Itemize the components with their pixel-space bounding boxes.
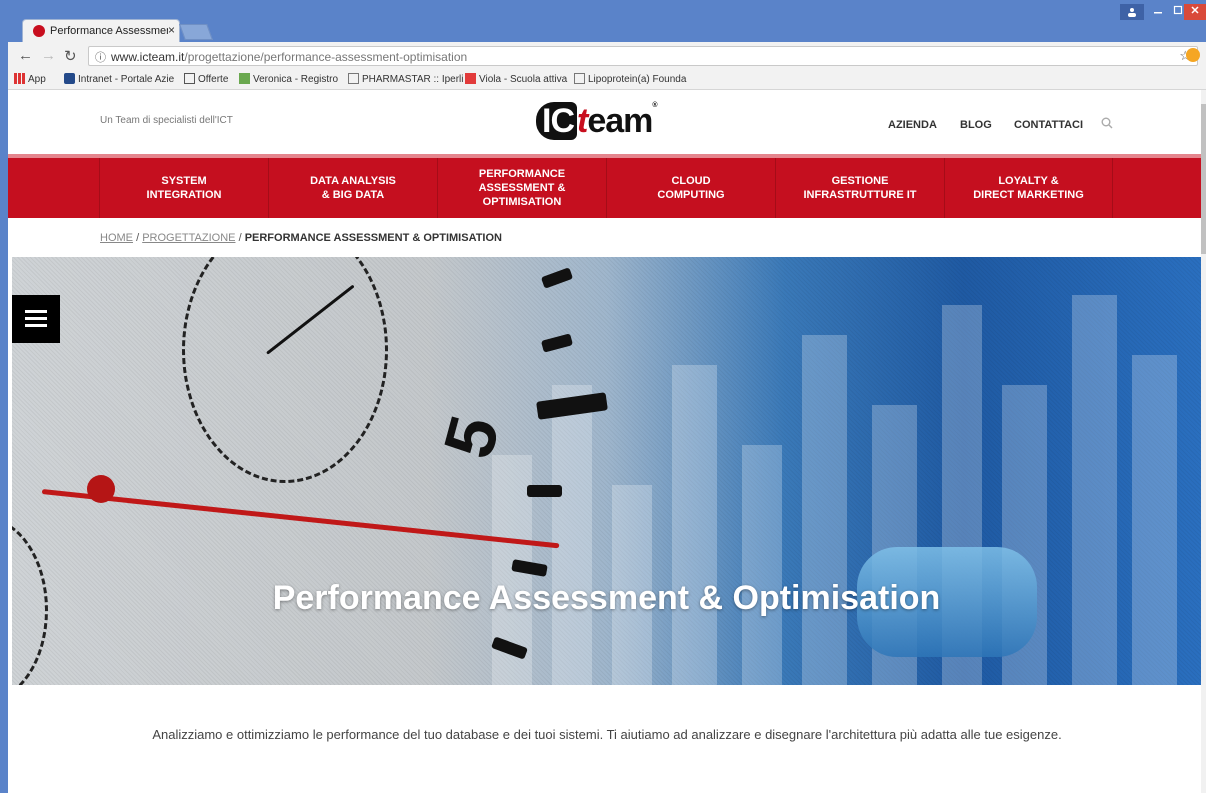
- hero-banner: 5 Performance Assessment & Optimisation: [12, 257, 1201, 685]
- back-icon[interactable]: ←: [18, 47, 33, 64]
- bookmark-viola[interactable]: Viola - Scuola attiva: [465, 73, 567, 85]
- url-text: www.icteam.it/progettazione/performance-…: [111, 50, 468, 64]
- hamburger-menu-icon[interactable]: [12, 295, 60, 343]
- hero-bar: [1132, 355, 1177, 685]
- tab-title: Performance Assessment & Optimisation: [50, 25, 168, 37]
- menu-cloud-computing[interactable]: CLOUD COMPUTING: [606, 158, 775, 218]
- bookmark-intranet[interactable]: Intranet - Portale Azie: [64, 73, 174, 85]
- icteam-logo[interactable]: ICteam®: [536, 102, 658, 142]
- bookmark-veronica[interactable]: Veronica - Registro: [239, 73, 338, 85]
- intro-paragraph: Analizziamo e ottimizziamo le performanc…: [152, 727, 1062, 742]
- profile-icon[interactable]: [1120, 4, 1144, 20]
- hero-bar: [802, 335, 847, 685]
- hero-title: Performance Assessment & Optimisation: [272, 579, 941, 617]
- window-close-icon[interactable]: [1184, 4, 1206, 20]
- web-page: Un Team di specialisti dell'ICT ICteam® …: [8, 90, 1206, 793]
- browser-tab[interactable]: Performance Assessment & Optimisation ×: [22, 19, 180, 42]
- hero-bar: [742, 445, 782, 685]
- page-scrollbar[interactable]: [1201, 90, 1206, 793]
- nav-azienda[interactable]: AZIENDA: [888, 119, 937, 131]
- bookmark-pharmastar[interactable]: PHARMASTAR :: Iperli: [348, 73, 464, 85]
- search-icon[interactable]: [1101, 117, 1113, 132]
- page-icon: [348, 73, 359, 84]
- forward-icon[interactable]: →: [41, 47, 56, 64]
- extension-icon[interactable]: [1186, 48, 1200, 62]
- clock-tick: [527, 485, 562, 497]
- menu-system-integration[interactable]: SYSTEM INTEGRATION: [99, 158, 268, 218]
- site-tagline: Un Team di specialisti dell'ICT: [100, 115, 233, 126]
- site-favicon-icon: [33, 25, 45, 37]
- hero-bar: [672, 365, 717, 685]
- menu-gestione-infrastrutture[interactable]: GESTIONE INFRASTRUTTURE IT: [775, 158, 944, 218]
- hero-bar: [1072, 295, 1117, 685]
- bookmark-apps[interactable]: App: [14, 73, 46, 85]
- new-tab-button[interactable]: [179, 24, 213, 40]
- breadcrumb-home[interactable]: HOME: [100, 232, 133, 244]
- address-bar[interactable]: ⓘ www.icteam.it/progettazione/performanc…: [88, 46, 1198, 66]
- red-hand-hub: [87, 475, 115, 503]
- registro-icon: [239, 73, 250, 84]
- menu-performance-assessment[interactable]: PERFORMANCE ASSESSMENT & OPTIMISATION: [437, 158, 606, 218]
- info-icon[interactable]: ⓘ: [95, 49, 106, 65]
- nav-contattaci[interactable]: CONTATTACI: [1014, 119, 1083, 131]
- reload-icon[interactable]: ↻: [64, 47, 77, 65]
- menu-data-analysis[interactable]: DATA ANALYSIS & BIG DATA: [268, 158, 437, 218]
- breadcrumb-current: PERFORMANCE ASSESSMENT & OPTIMISATION: [244, 232, 502, 244]
- hero-bar: [552, 385, 592, 685]
- apps-grid-icon: [14, 73, 25, 84]
- nav-blog[interactable]: BLOG: [960, 119, 992, 131]
- breadcrumb: HOME / PROGETTAZIONE / PERFORMANCE ASSES…: [100, 232, 502, 244]
- viola-icon: [465, 73, 476, 84]
- breadcrumb-progettazione[interactable]: PROGETTAZIONE: [142, 232, 235, 244]
- main-navigation: SYSTEM INTEGRATION DATA ANALYSIS & BIG D…: [8, 154, 1206, 218]
- scrollbar-thumb[interactable]: [1201, 104, 1206, 254]
- bookmark-offerte[interactable]: Offerte: [184, 73, 228, 85]
- menu-loyalty-marketing[interactable]: LOYALTY & DIRECT MARKETING: [944, 158, 1113, 218]
- browser-toolbar: ← → ↻ ⓘ www.icteam.it/progettazione/perf…: [8, 42, 1206, 70]
- chart-icon: [184, 73, 195, 84]
- bookmarks-bar: App Intranet - Portale Azie Offerte Vero…: [8, 70, 1206, 90]
- bookmark-lipoprotein[interactable]: Lipoprotein(a) Founda: [574, 73, 686, 85]
- tab-close-icon[interactable]: ×: [168, 23, 175, 37]
- page-icon: [574, 73, 585, 84]
- browser-titlebar: Performance Assessment & Optimisation ×: [0, 0, 1206, 42]
- tools-icon: [64, 73, 75, 84]
